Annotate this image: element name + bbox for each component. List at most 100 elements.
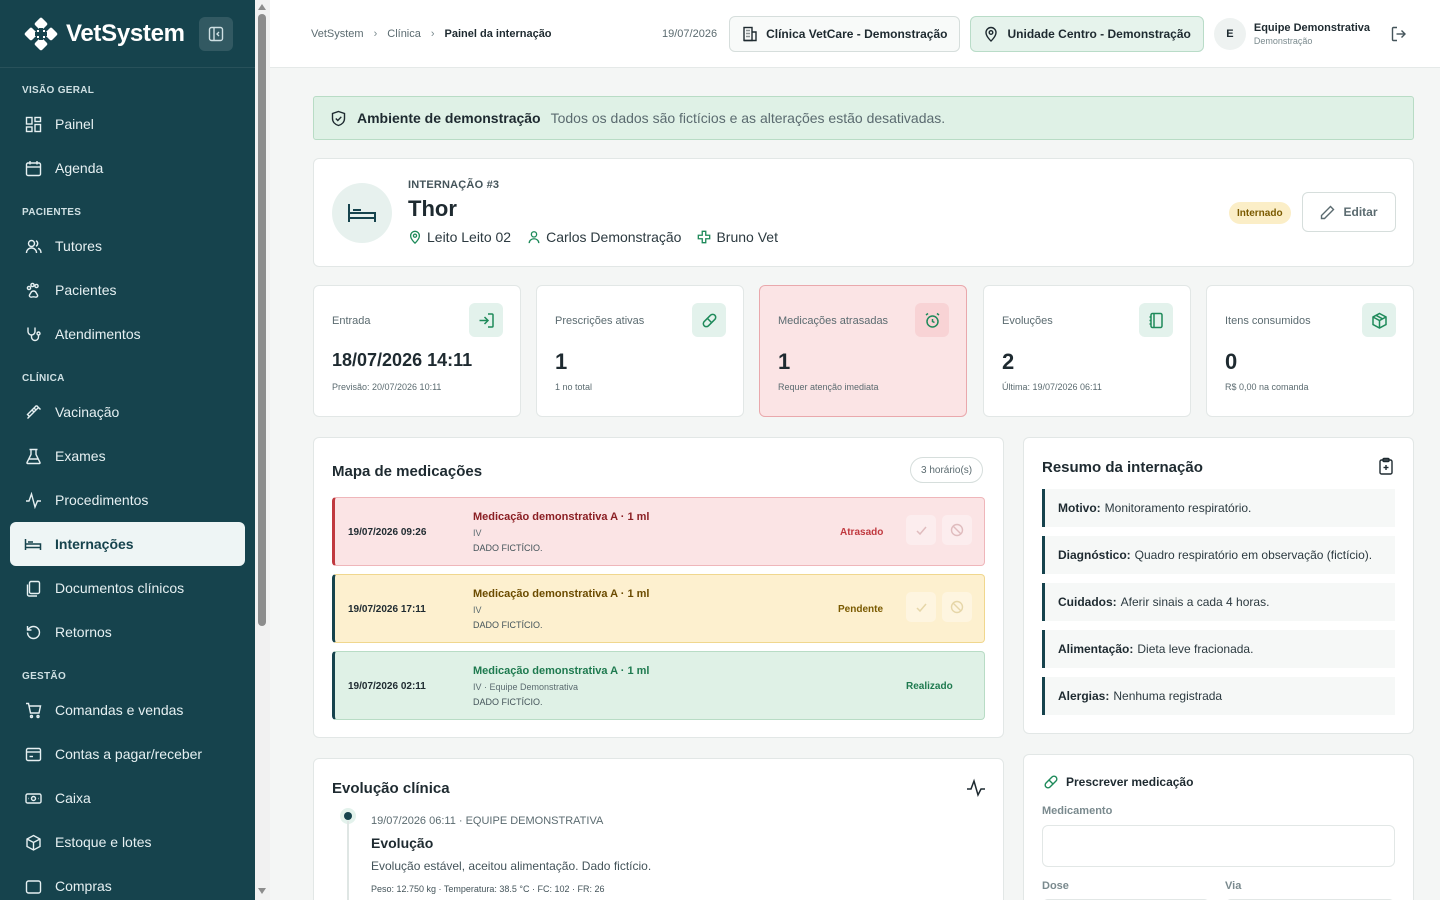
stat-sub: Requer atenção imediata	[778, 382, 879, 392]
sidebar-item-contas[interactable]: Contas a pagar/receber	[10, 732, 245, 776]
medicamento-input[interactable]	[1042, 825, 1395, 867]
sidebar-item-retornos[interactable]: Retornos	[10, 610, 245, 654]
rotate-icon	[23, 622, 43, 642]
scrollbar-thumb[interactable]	[258, 14, 266, 626]
sidebar-scrollbar[interactable]	[255, 0, 270, 900]
summary-label: Alimentação:	[1058, 642, 1134, 656]
sidebar-item-compras[interactable]: Compras	[10, 864, 245, 900]
topbar: VetSystem › Clínica › Painel da internaç…	[270, 0, 1440, 68]
med-name: Medicação demonstrativa A · 1 ml	[473, 665, 650, 677]
documents-icon	[23, 578, 43, 598]
collapse-sidebar-button[interactable]	[199, 16, 233, 51]
sidebar-item-internacoes[interactable]: Internações	[10, 522, 245, 566]
sidebar-item-label: Retornos	[55, 624, 112, 640]
edit-button[interactable]: Editar	[1302, 192, 1396, 232]
sidebar-item-tutores[interactable]: Tutores	[10, 224, 245, 268]
sidebar-item-label: Caixa	[55, 790, 91, 806]
sidebar-item-painel[interactable]: Painel	[10, 102, 245, 146]
sidebar-item-atendimentos[interactable]: Atendimentos	[10, 312, 245, 356]
clinic-selector-button[interactable]: Clínica VetCare - Demonstração	[729, 15, 961, 52]
med-status: Pendente	[838, 604, 884, 615]
stat-card-atrasadas: Medicações atrasadas 1 Requer atenção im…	[759, 285, 967, 417]
demo-banner: Ambiente de demonstração Todos os dados …	[313, 96, 1414, 140]
current-date: 19/07/2026	[662, 27, 718, 40]
brand: VetSystem	[0, 0, 255, 68]
prescribe-card: Prescrever medicação Medicamento Dose Vi…	[1023, 754, 1414, 900]
medication-row[interactable]: 19/07/2026 09:26 Medicação demonstrativa…	[332, 497, 985, 566]
user-icon	[527, 230, 541, 244]
ban-icon	[950, 600, 964, 614]
sidebar-item-label: Painel	[55, 116, 94, 132]
sidebar-item-vacinacao[interactable]: Vacinação	[10, 390, 245, 434]
evolution-meta: 19/07/2026 06:11 · EQUIPE DEMONSTRATIVA	[371, 815, 604, 827]
medication-row[interactable]: 19/07/2026 17:11 Medicação demonstrativa…	[332, 574, 985, 643]
summary-item: Cuidados: Aferir sinais a cada 4 horas.	[1042, 583, 1395, 621]
stethoscope-icon	[23, 324, 43, 344]
user-name: Equipe Demonstrativa	[1253, 21, 1370, 34]
users-icon	[23, 236, 43, 256]
scroll-down-arrow[interactable]	[258, 888, 266, 894]
box-icon	[23, 832, 43, 852]
sidebar-item-label: Vacinação	[55, 404, 120, 420]
med-status: Atrasado	[840, 527, 884, 538]
sidebar-item-documentos[interactable]: Documentos clínicos	[10, 566, 245, 610]
sidebar-item-estoque[interactable]: Estoque e lotes	[10, 820, 245, 864]
schedule-count: 3 horário(s)	[910, 457, 984, 483]
check-icon	[915, 526, 927, 535]
breadcrumb-item[interactable]: VetSystem	[311, 28, 364, 40]
section-title: Evolução clínica	[332, 780, 450, 797]
sidebar-item-comandas[interactable]: Comandas e vendas	[10, 688, 245, 732]
sidebar: VetSystem VISÃO GERAL Painel Agenda PACI…	[0, 0, 255, 900]
wallet-icon	[23, 744, 43, 764]
logout-icon[interactable]	[1390, 25, 1408, 43]
sidebar-item-label: Contas a pagar/receber	[55, 746, 203, 762]
app-name: VetSystem	[66, 19, 185, 47]
summary-label: Diagnóstico:	[1058, 548, 1131, 562]
sidebar-item-pacientes[interactable]: Pacientes	[10, 268, 245, 312]
confirm-dose-button[interactable]	[906, 592, 936, 622]
sidebar-item-procedimentos[interactable]: Procedimentos	[10, 478, 245, 522]
chevron-right-icon: ›	[373, 27, 378, 40]
medication-row[interactable]: 19/07/2026 02:11 Medicação demonstrativa…	[332, 651, 985, 720]
timeline-dot	[344, 812, 352, 820]
sidebar-item-label: Estoque e lotes	[55, 834, 152, 850]
clipboard-icon[interactable]	[1378, 457, 1394, 475]
sidebar-item-caixa[interactable]: Caixa	[10, 776, 245, 820]
dose-label: Dose	[1042, 880, 1069, 892]
banner-title: Ambiente de demonstração	[357, 110, 541, 126]
stat-value: 0	[1225, 349, 1238, 374]
unit-selector-button[interactable]: Unidade Centro - Demonstração	[970, 15, 1204, 52]
breadcrumb-current: Painel da internação	[444, 27, 552, 40]
scroll-up-arrow[interactable]	[258, 4, 266, 10]
med-note: DADO FICTÍCIO.	[473, 620, 543, 630]
patient-meta: Leito Leito 02 Carlos Demonstração Bruno…	[408, 229, 794, 245]
user-menu[interactable]: E Equipe Demonstrativa Demonstração	[1213, 17, 1370, 50]
stat-label: Medicações atrasadas	[778, 315, 889, 327]
sidebar-item-label: Documentos clínicos	[55, 580, 185, 596]
skip-dose-button[interactable]	[942, 592, 972, 622]
sidebar-item-label: Exames	[55, 448, 106, 464]
sidebar-item-label: Procedimentos	[55, 492, 149, 508]
clinic-name: Clínica VetCare - Demonstração	[766, 26, 948, 41]
medical-cross-icon	[697, 230, 711, 244]
check-icon	[915, 603, 927, 612]
login-icon	[469, 303, 503, 337]
sidebar-item-agenda[interactable]: Agenda	[10, 146, 245, 190]
skip-dose-button[interactable]	[942, 515, 972, 545]
ban-icon	[950, 523, 964, 537]
pencil-icon	[1320, 205, 1335, 220]
med-status: Realizado	[906, 681, 953, 692]
sidebar-item-label: Atendimentos	[55, 326, 141, 342]
paw-icon	[23, 280, 43, 300]
user-role: Demonstração	[1253, 35, 1313, 46]
stat-label: Entrada	[332, 315, 371, 327]
sidebar-item-label: Agenda	[55, 160, 104, 176]
sidebar-item-exames[interactable]: Exames	[10, 434, 245, 478]
med-route: IV · Equipe Demonstrativa	[473, 682, 579, 692]
summary-value: Monitoramento respiratório.	[1104, 501, 1252, 515]
building-icon	[742, 26, 758, 42]
breadcrumb-item[interactable]: Clínica	[387, 28, 421, 40]
map-pin-icon	[983, 26, 999, 42]
internacao-id: INTERNAÇÃO #3	[408, 179, 500, 191]
confirm-dose-button[interactable]	[906, 515, 936, 545]
